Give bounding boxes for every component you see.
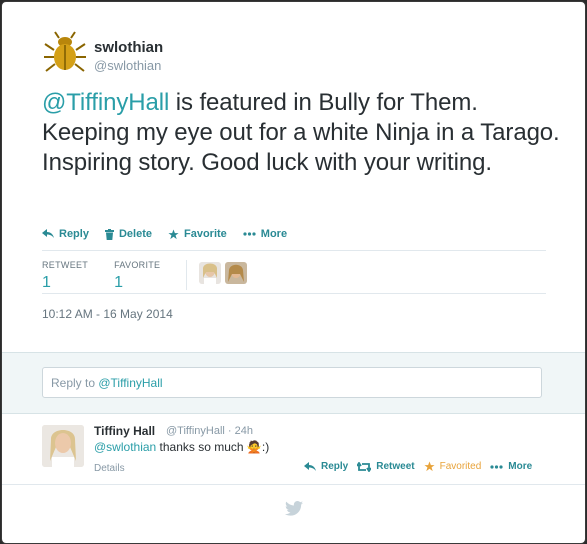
- stats-separator: [186, 260, 188, 290]
- reply-tweet-reply-label: Reply: [321, 461, 349, 472]
- reply-avatar-image: [42, 425, 84, 467]
- reply-area: Reply to @TiffinyHall: [2, 352, 585, 414]
- reply-details-link[interactable]: Details: [94, 463, 125, 474]
- more-dots-icon: [490, 464, 503, 469]
- tweet-stats: RETWEET 1 FAVORITE 1: [42, 260, 251, 292]
- divider: [42, 293, 546, 294]
- more-dots-icon: [243, 232, 256, 236]
- user-avatar[interactable]: [42, 30, 88, 76]
- reply-text: @swlothian thanks so much 🙅:): [94, 440, 269, 454]
- reply-tweet-favorited-label: Favorited: [439, 461, 482, 472]
- tweet-text: @TiffinyHall is featured in Bully for Th…: [42, 88, 562, 178]
- reply-input[interactable]: Reply to @TiffinyHall: [42, 367, 542, 398]
- reply-time[interactable]: · 24h: [225, 425, 253, 437]
- favoriter-avatar[interactable]: [199, 262, 222, 284]
- reply-button[interactable]: Reply: [42, 228, 89, 240]
- reply-mention-link[interactable]: @swlothian: [94, 440, 156, 454]
- delete-button[interactable]: Delete: [104, 228, 152, 240]
- delete-label: Delete: [118, 228, 152, 240]
- retweet-stat[interactable]: RETWEET 1: [42, 260, 88, 292]
- retweeter-avatar[interactable]: [225, 262, 248, 284]
- trash-icon: [104, 228, 114, 240]
- more-label: More: [260, 228, 288, 240]
- retweet-icon: [357, 461, 372, 472]
- reply-tweet: Tiffiny Hall @TiffinyHall · 24h @swlothi…: [2, 413, 585, 483]
- reply-input-mention: @TiffinyHall: [98, 376, 163, 390]
- reply-tweet-retweet-label: Retweet: [376, 461, 415, 472]
- reply-icon: [304, 461, 316, 471]
- retweet-count: 1: [42, 274, 51, 291]
- reply-tweet-actions: Reply Retweet Favorited More: [304, 461, 541, 472]
- reply-tweet-favorited-button[interactable]: Favorited: [424, 461, 482, 472]
- favorite-stat[interactable]: FAVORITE 1: [114, 260, 160, 292]
- reply-body: thanks so much 🙅:): [156, 440, 270, 454]
- tweet-actions: Reply Delete Favorite More: [42, 226, 303, 242]
- twitter-bird-icon[interactable]: [285, 501, 303, 516]
- reply-tweet-more-button[interactable]: More: [490, 461, 532, 472]
- reply-avatar[interactable]: [42, 425, 84, 467]
- reply-icon: [42, 229, 54, 238]
- reply-label: Reply: [59, 228, 89, 240]
- reply-tweet-reply-button[interactable]: Reply: [304, 461, 348, 472]
- reply-tweet-more-label: More: [508, 461, 533, 472]
- reply-author-handle[interactable]: @TiffinyHall: [166, 425, 225, 437]
- retweet-stat-label: RETWEET: [42, 260, 89, 270]
- tweet-mention-link[interactable]: @TiffinyHall: [42, 89, 169, 116]
- reply-input-prefix: Reply to: [51, 376, 99, 390]
- username[interactable]: swlothian: [94, 39, 163, 56]
- reply-tweet-retweet-button[interactable]: Retweet: [357, 461, 415, 472]
- divider: [42, 250, 546, 251]
- tweet-card: swlothian @swlothian @TiffinyHall is fea…: [1, 1, 586, 544]
- more-button[interactable]: More: [243, 228, 287, 240]
- user-handle[interactable]: @swlothian: [94, 58, 161, 73]
- favorite-label: Favorite: [184, 228, 227, 240]
- divider: [2, 484, 585, 485]
- scarab-beetle-icon: [44, 31, 86, 72]
- favorite-stat-label: FAVORITE: [114, 260, 161, 270]
- tweet-header: swlothian @swlothian: [42, 30, 442, 78]
- reply-author-name[interactable]: Tiffiny Hall: [94, 424, 155, 438]
- reply-author-meta: @TiffinyHall · 24h: [166, 425, 253, 437]
- star-icon: [168, 228, 179, 239]
- favorite-button[interactable]: Favorite: [168, 228, 227, 240]
- favorite-count: 1: [114, 274, 124, 291]
- tweet-timestamp[interactable]: 10:12 AM - 16 May 2014: [42, 307, 173, 321]
- star-icon: [424, 461, 435, 472]
